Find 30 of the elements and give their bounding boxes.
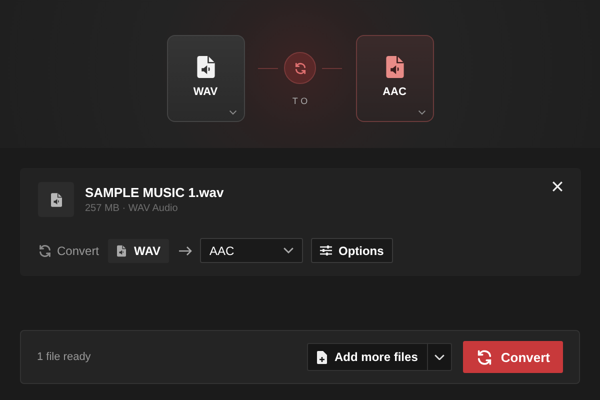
status-text: 1 file ready <box>37 351 92 363</box>
format-card[interactable]: AAC <box>356 35 434 122</box>
close-icon <box>552 181 563 192</box>
format-label: AAC <box>382 86 406 98</box>
chevron-down-icon <box>283 247 294 254</box>
audio-file-icon <box>50 192 62 206</box>
convert-button[interactable]: Convert <box>462 341 563 373</box>
format-select[interactable]: AAC <box>200 238 304 263</box>
audio-file-icon <box>196 56 214 78</box>
source-format-chip: WAV <box>108 238 170 262</box>
file-plus-icon <box>316 350 327 364</box>
options-button[interactable]: Options <box>311 238 393 263</box>
sync-icon <box>294 62 306 74</box>
connector-label: TO <box>291 96 311 106</box>
sync-icon <box>38 244 52 258</box>
convert-label: Convert <box>57 244 100 258</box>
audio-file-icon <box>117 244 126 256</box>
chevron-down-icon <box>418 110 426 115</box>
sync-icon <box>476 348 493 366</box>
file-name: SAMPLE MUSIC 1.wav <box>85 185 225 200</box>
file-meta: 257 MB · WAV Audio <box>85 203 179 214</box>
audio-file-icon <box>386 56 404 78</box>
chevron-down-icon <box>434 354 445 360</box>
swap-button[interactable] <box>284 52 316 84</box>
close-button[interactable] <box>552 181 563 192</box>
format-label: WAV <box>193 86 218 98</box>
arrow-right-icon <box>179 246 192 256</box>
sliders-icon <box>320 245 332 256</box>
chevron-down-icon <box>228 110 236 115</box>
format-card[interactable]: WAV <box>166 35 244 122</box>
